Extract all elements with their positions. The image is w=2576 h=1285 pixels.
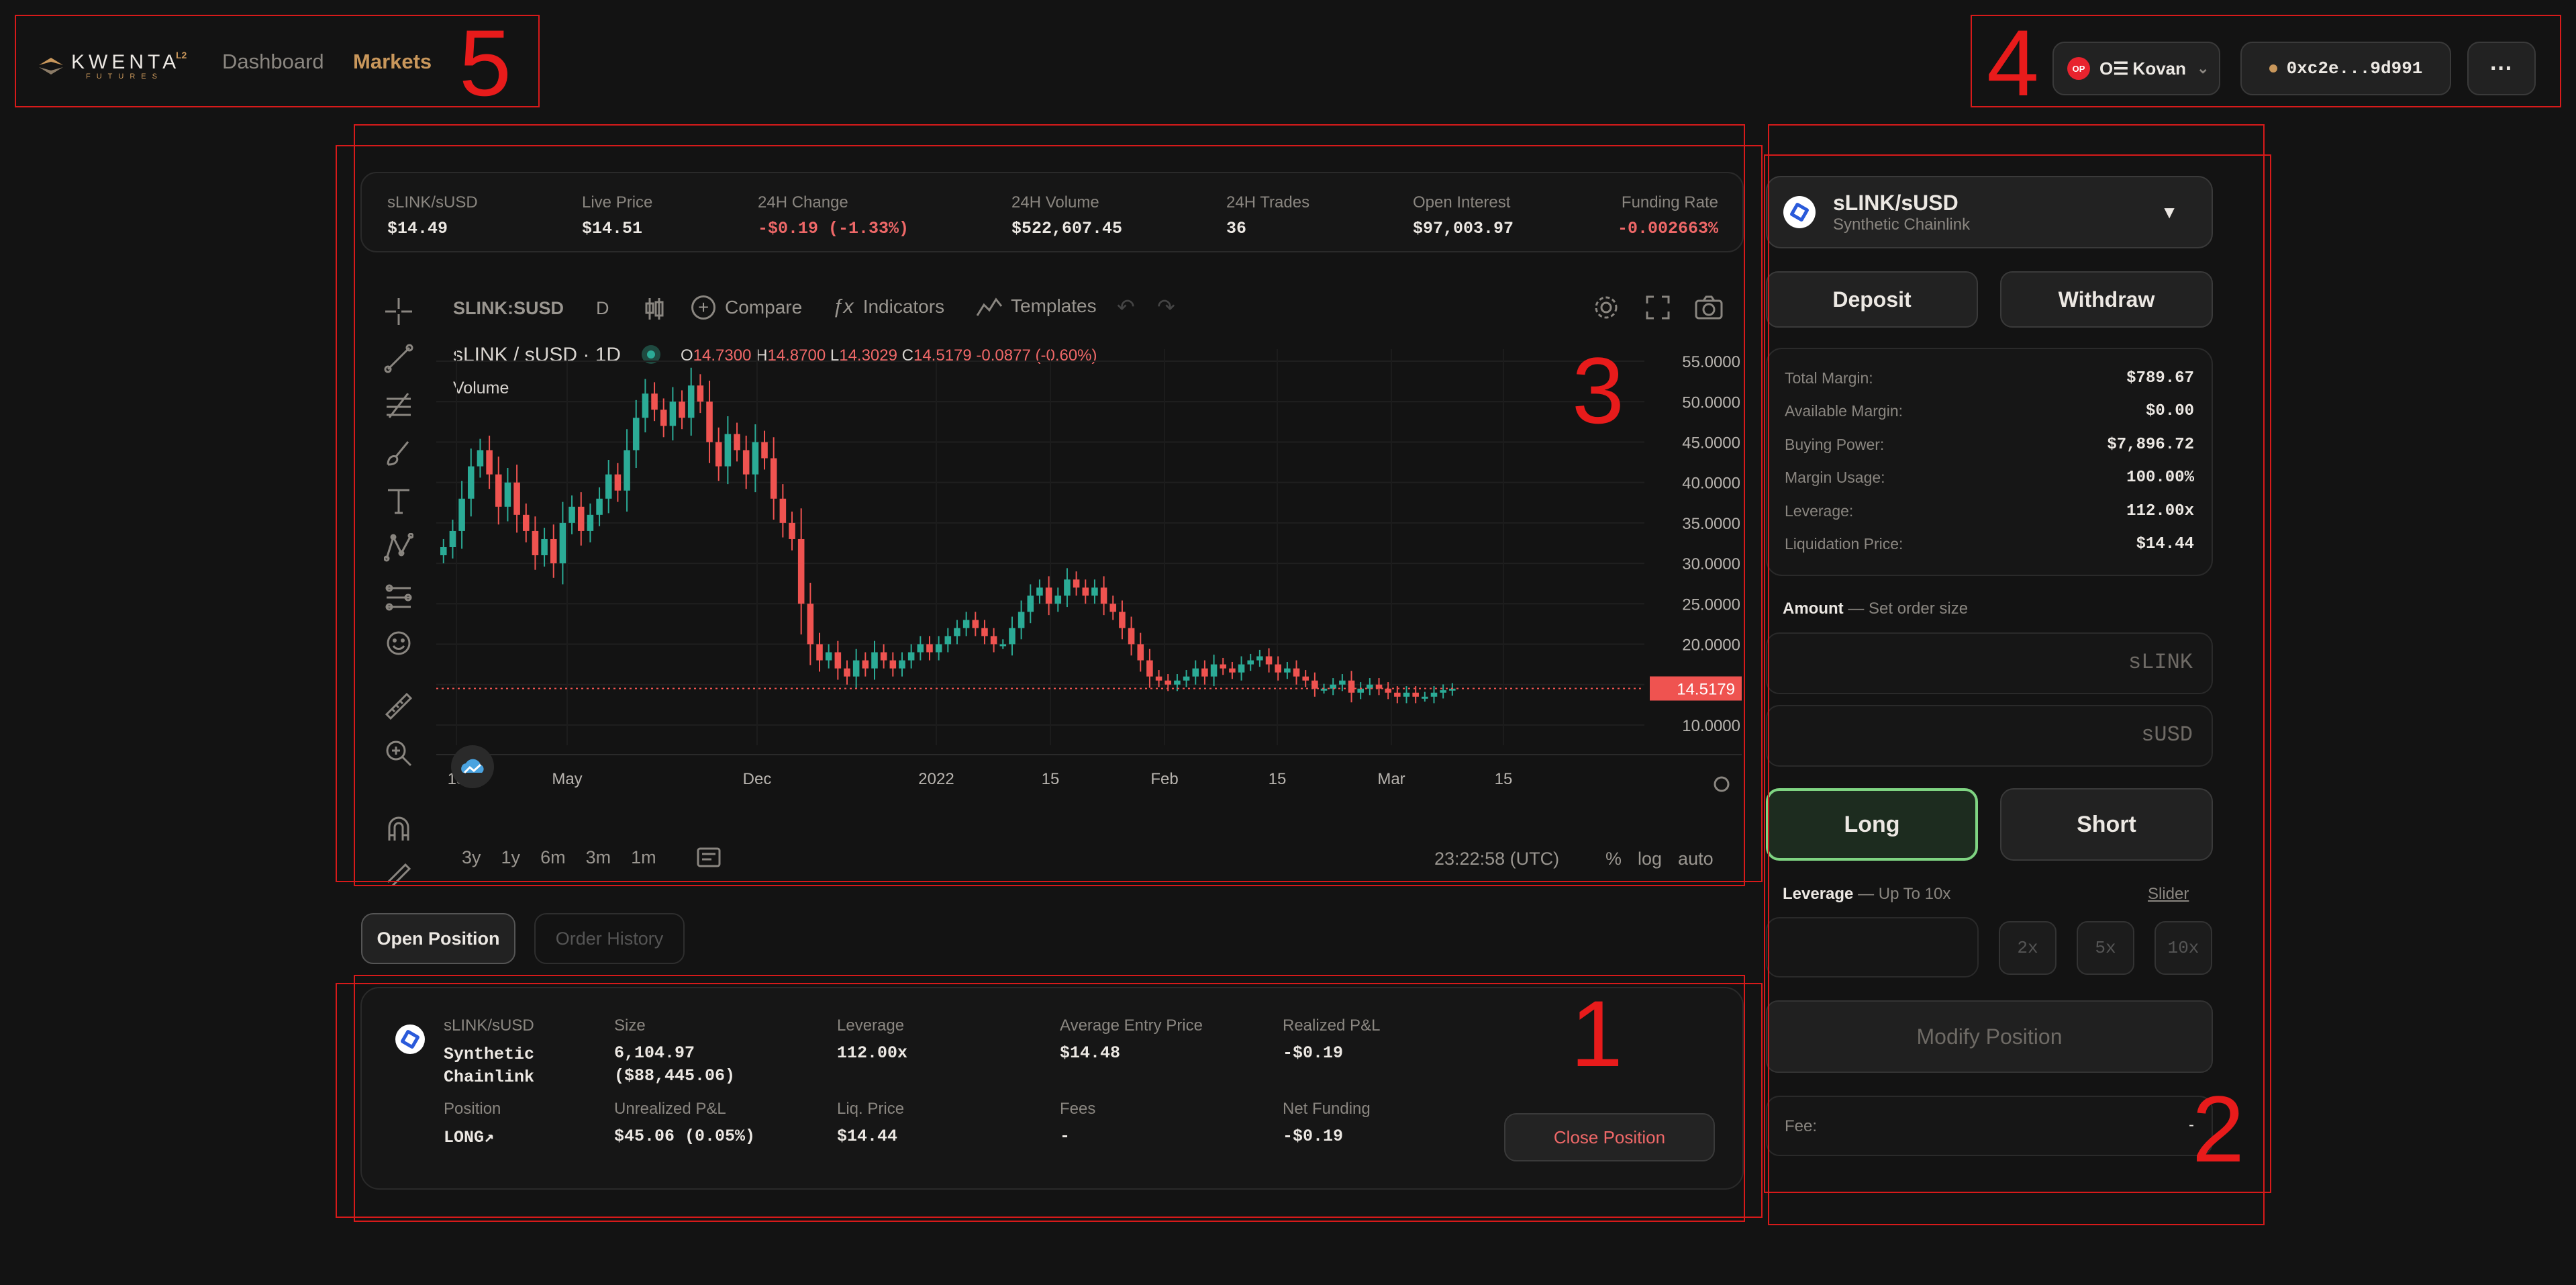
annotation-label-4: 4 xyxy=(1987,10,2039,115)
tab-order-history-label: Order History xyxy=(555,928,664,949)
tab-open-position[interactable]: Open Position xyxy=(361,913,515,964)
annotation-label-5: 5 xyxy=(459,10,511,115)
annotation-label-3: 3 xyxy=(1572,338,1624,443)
annotation-box-4 xyxy=(1971,15,2561,107)
annotation-label-2: 2 xyxy=(2192,1076,2244,1182)
tab-order-history[interactable]: Order History xyxy=(534,913,685,964)
tab-open-position-label: Open Position xyxy=(377,928,500,949)
annotation-box-3b xyxy=(336,145,1763,882)
annotation-box-2b xyxy=(1764,154,2271,1193)
annotation-box-1b xyxy=(336,983,1763,1218)
annotation-label-1: 1 xyxy=(1571,981,1623,1086)
